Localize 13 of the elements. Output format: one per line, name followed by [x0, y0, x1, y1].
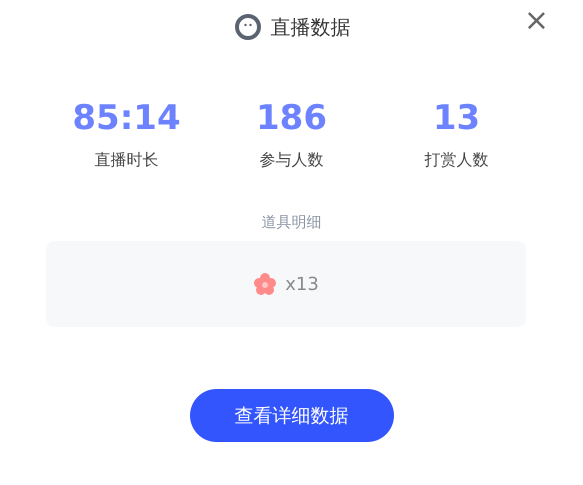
close-button[interactable]: ×	[520, 4, 553, 38]
section-title: 道具明细	[260, 213, 322, 232]
stat-label: 打赏人数	[424, 150, 488, 171]
details-button[interactable]: 查看详细数据	[190, 389, 394, 442]
dialog-title: 直播数据	[270, 14, 350, 40]
stat-value: 85:14	[72, 98, 181, 138]
stat-value: 13	[432, 98, 480, 138]
flower-icon	[253, 272, 278, 296]
prop-count: x13	[285, 274, 319, 294]
stat-label: 直播时长	[94, 150, 158, 171]
stat-value: 186	[256, 98, 327, 138]
logo-icon	[232, 12, 262, 42]
stat-label: 参与人数	[260, 150, 324, 171]
